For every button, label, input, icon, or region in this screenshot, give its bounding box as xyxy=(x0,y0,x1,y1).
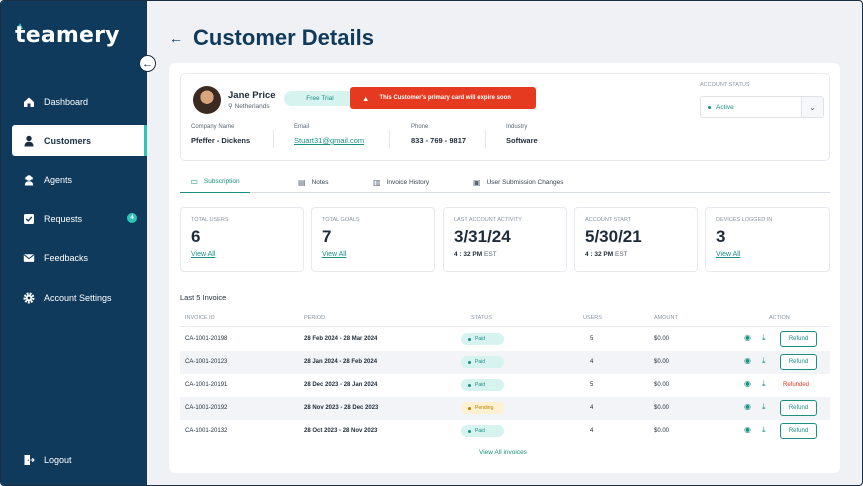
divider xyxy=(389,130,390,148)
divider xyxy=(485,130,486,148)
view-all-users-link[interactable]: View All xyxy=(191,251,293,258)
logout-button[interactable]: Logout xyxy=(12,444,147,475)
sidebar-item-account-settings[interactable]: Account Settings xyxy=(12,282,147,313)
tab-invoice-history[interactable]: ▥ Invoice History xyxy=(373,171,429,193)
avatar xyxy=(193,86,221,114)
gear-icon xyxy=(22,291,36,305)
sidebar-item-agents[interactable]: Agents xyxy=(12,164,147,195)
warning-icon: ▲ xyxy=(362,93,370,103)
subscription-icon: ▭ xyxy=(190,177,198,186)
account-status-select[interactable]: Active ⌄ xyxy=(700,96,824,118)
arrow-left-icon: ← xyxy=(142,57,153,70)
sidebar-item-label: Agents xyxy=(44,174,73,185)
user-icon xyxy=(22,134,36,148)
divider xyxy=(273,130,274,148)
sidebar-item-label: Account Settings xyxy=(44,292,112,303)
refund-button[interactable]: Refund xyxy=(780,400,817,416)
logout-icon xyxy=(22,453,36,467)
download-icon[interactable]: ⤓ xyxy=(762,379,766,389)
requests-count-badge: 4 xyxy=(127,213,137,223)
account-status-value: Active xyxy=(716,103,734,111)
status-dot-icon xyxy=(708,105,711,109)
tab-user-submission-changes[interactable]: ▣ User Submission Changes xyxy=(473,171,564,193)
page-header: ← Customer Details xyxy=(169,25,374,51)
stat-account-start: ACCOUNT START 5/30/21 4 : 32 PM EST xyxy=(574,207,698,272)
customer-name: Jane Price xyxy=(228,90,276,101)
card-expiry-alert: ▲ This Customer's primary card will expi… xyxy=(350,87,536,109)
view-eye-icon[interactable]: ◉ xyxy=(744,402,751,411)
tab-subscription[interactable]: ▭ Subscription xyxy=(180,171,250,193)
detail-tabs: ▭ Subscription ▤ Notes ▥ Invoice History… xyxy=(180,171,830,193)
download-icon[interactable]: ⤓ xyxy=(762,356,766,366)
status-badge: Paid xyxy=(461,356,504,368)
stat-total-goals: TOTAL GOALS 7 View All xyxy=(311,207,435,272)
sidebar-item-requests[interactable]: Requests 4 xyxy=(12,203,147,234)
table-row: CA-1001-20123 28 Jan 2024 - 28 Feb 2024 … xyxy=(180,351,830,374)
logo: teamery xyxy=(15,23,120,48)
app-window: teamery Dashboard Customers Agents Reque… xyxy=(0,0,863,486)
sidebar: teamery Dashboard Customers Agents Reque… xyxy=(1,1,147,485)
sidebar-item-label: Requests xyxy=(44,213,83,224)
download-icon[interactable]: ⤓ xyxy=(762,425,766,435)
invoice-icon: ▥ xyxy=(373,177,381,187)
status-badge: Paid xyxy=(461,379,504,391)
table-row: CA-1001-20192 28 Nov 2023 - 28 Dec 2023 … xyxy=(180,397,830,420)
field-email: Email Stuart31@gmail.com xyxy=(294,124,365,145)
refund-button[interactable]: Refund xyxy=(780,423,817,439)
view-all-invoices-link[interactable]: View All invoices xyxy=(479,449,527,456)
sidebar-item-label: Customers xyxy=(44,135,92,146)
table-row: CA-1001-20132 28 Oct 2023 - 28 Nov 2023 … xyxy=(180,420,830,443)
stat-last-activity: LAST ACCOUNT ACTIVITY 3/31/24 4 : 32 PM … xyxy=(443,207,567,272)
view-all-goals-link[interactable]: View All xyxy=(322,251,424,258)
sidebar-item-label: Feedbacks xyxy=(44,252,89,263)
user-card-icon: ▣ xyxy=(473,177,481,187)
customer-profile-panel: Jane Price ⚲ Netherlands Free Trial ▲ Th… xyxy=(180,73,830,161)
sidebar-item-label: Dashboard xyxy=(44,96,89,107)
view-eye-icon[interactable]: ◉ xyxy=(744,425,751,434)
notes-icon: ▤ xyxy=(298,177,306,187)
status-badge: Pending xyxy=(461,402,504,414)
invoice-section-title: Last 5 Invoice xyxy=(180,293,227,302)
download-icon[interactable]: ⤓ xyxy=(762,402,766,412)
customer-location: ⚲ Netherlands xyxy=(228,103,270,110)
page-title: Customer Details xyxy=(193,25,374,50)
field-company: Company Name Pfeffer - Dickens xyxy=(191,124,251,145)
mail-icon xyxy=(22,251,36,265)
stat-total-users: TOTAL USERS 6 View All xyxy=(180,207,304,272)
invoice-table-header: INVOICE ID PERIOD STATUS USERS AMOUNT AC… xyxy=(180,310,830,327)
status-badge: Paid xyxy=(461,333,504,345)
download-icon[interactable]: ⤓ xyxy=(762,333,766,343)
account-status-label: ACCOUNT STATUS xyxy=(700,82,750,88)
plan-badge: Free Trial xyxy=(284,91,356,106)
tab-notes[interactable]: ▤ Notes xyxy=(298,171,329,193)
refund-button[interactable]: Refund xyxy=(780,331,817,347)
logout-label: Logout xyxy=(44,454,72,465)
refunded-label: Refunded xyxy=(783,382,810,388)
stat-devices-logged-in: DEVICES LOGGED IN 3 View All xyxy=(705,207,830,272)
view-eye-icon[interactable]: ◉ xyxy=(744,379,751,388)
table-row: CA-1001-20198 28 Feb 2024 - 28 Mar 2024 … xyxy=(180,328,830,351)
collapse-sidebar-button[interactable]: ← xyxy=(139,55,156,72)
sidebar-item-dashboard[interactable]: Dashboard xyxy=(12,86,147,117)
email-link[interactable]: Stuart31@gmail.com xyxy=(294,136,364,145)
home-icon xyxy=(22,95,36,109)
view-all-devices-link[interactable]: View All xyxy=(716,251,819,258)
view-eye-icon[interactable]: ◉ xyxy=(744,333,751,342)
location-pin-icon: ⚲ xyxy=(228,103,233,110)
view-eye-icon[interactable]: ◉ xyxy=(744,356,751,365)
field-phone: Phone 833 - 769 - 9817 xyxy=(411,124,467,145)
status-badge: Paid xyxy=(461,425,504,437)
requests-icon xyxy=(22,212,36,226)
back-arrow-icon[interactable]: ← xyxy=(169,30,183,46)
field-industry: Industry Software xyxy=(506,124,538,145)
sidebar-item-customers[interactable]: Customers xyxy=(12,125,147,156)
chevron-down-icon: ⌄ xyxy=(801,97,823,117)
customer-details-card: Jane Price ⚲ Netherlands Free Trial ▲ Th… xyxy=(169,63,840,473)
refund-button[interactable]: Refund xyxy=(780,354,817,370)
sidebar-item-feedbacks[interactable]: Feedbacks xyxy=(12,242,147,273)
agents-icon xyxy=(22,173,36,187)
table-row: CA-1001-20191 28 Dec 2023 - 28 Jan 2024 … xyxy=(180,374,830,397)
